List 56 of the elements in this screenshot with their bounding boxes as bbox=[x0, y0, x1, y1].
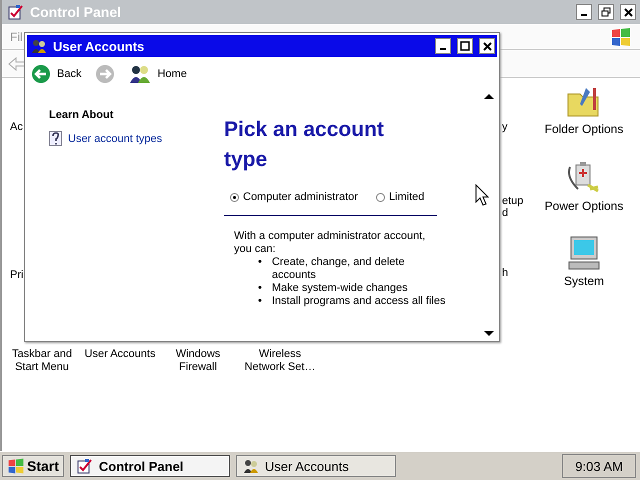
maximize-icon bbox=[460, 41, 470, 51]
users-icon bbox=[31, 38, 47, 54]
help-icon bbox=[49, 131, 62, 146]
mouse-pointer-icon bbox=[475, 184, 489, 206]
back-button[interactable]: Back bbox=[31, 64, 82, 84]
bullet: • bbox=[258, 256, 262, 270]
window-title: User Accounts bbox=[53, 38, 146, 54]
close-icon bbox=[624, 8, 632, 16]
description-text: With a computer administrator account, you can: bbox=[234, 230, 426, 256]
close-button[interactable] bbox=[620, 4, 636, 20]
item-label[interactable]: Taskbar and Start Menu bbox=[10, 348, 74, 374]
start-button[interactable]: Start bbox=[2, 455, 64, 477]
bullet: • bbox=[258, 295, 262, 308]
item-label: h bbox=[502, 267, 510, 279]
item-label[interactable]: User Accounts bbox=[82, 348, 158, 374]
minimize-button[interactable] bbox=[435, 38, 451, 54]
item-label[interactable]: Wireless Network Set… bbox=[238, 348, 322, 374]
item-label: Pri bbox=[10, 269, 24, 281]
control-panel-icon bbox=[8, 4, 24, 20]
windows-logo-icon bbox=[7, 457, 25, 475]
computer-icon bbox=[566, 236, 602, 270]
radio-option[interactable]: Computer administrator bbox=[230, 191, 358, 203]
item-label: y bbox=[502, 121, 508, 133]
maximize-button[interactable] bbox=[457, 38, 473, 54]
restore-icon bbox=[601, 7, 611, 17]
scroll-down-icon[interactable] bbox=[484, 331, 494, 337]
taskbar-button[interactable]: User Accounts bbox=[236, 455, 396, 477]
section-heading: Learn About bbox=[49, 109, 114, 121]
help-link[interactable]: User account types bbox=[49, 131, 224, 146]
radio-option[interactable]: Limited bbox=[376, 191, 424, 203]
item-label[interactable]: Windows Firewall bbox=[166, 348, 230, 374]
restore-button[interactable] bbox=[598, 4, 614, 20]
item-label: d bbox=[502, 207, 510, 219]
windows-logo-icon bbox=[610, 26, 632, 46]
list-item: Install programs and access all files bbox=[272, 295, 446, 308]
close-icon bbox=[482, 42, 492, 50]
item-label[interactable]: Folder Options bbox=[544, 122, 624, 136]
list-item: Make system-wide changes bbox=[272, 282, 408, 295]
taskbar-button[interactable]: Control Panel bbox=[70, 455, 230, 477]
item-label[interactable]: System bbox=[564, 274, 604, 288]
clock: 9:03 AM bbox=[562, 454, 636, 478]
window-title: Control Panel bbox=[30, 4, 122, 20]
item-label: Ac bbox=[10, 121, 24, 133]
bullet: • bbox=[258, 282, 262, 295]
item-label: etup bbox=[502, 195, 524, 207]
item-label[interactable]: Power Options bbox=[544, 199, 624, 213]
control-panel-icon bbox=[76, 458, 93, 474]
page-heading: Pick an account type bbox=[224, 117, 385, 173]
back-arrow-icon[interactable] bbox=[8, 56, 26, 70]
users-icon bbox=[129, 65, 152, 83]
scroll-up-icon[interactable] bbox=[484, 93, 494, 99]
home-button[interactable]: Home bbox=[129, 65, 187, 83]
list-item: Create, change, and delete accounts bbox=[272, 256, 406, 282]
minimize-button[interactable] bbox=[576, 4, 592, 20]
users-icon bbox=[242, 458, 259, 474]
close-button[interactable] bbox=[479, 38, 495, 54]
